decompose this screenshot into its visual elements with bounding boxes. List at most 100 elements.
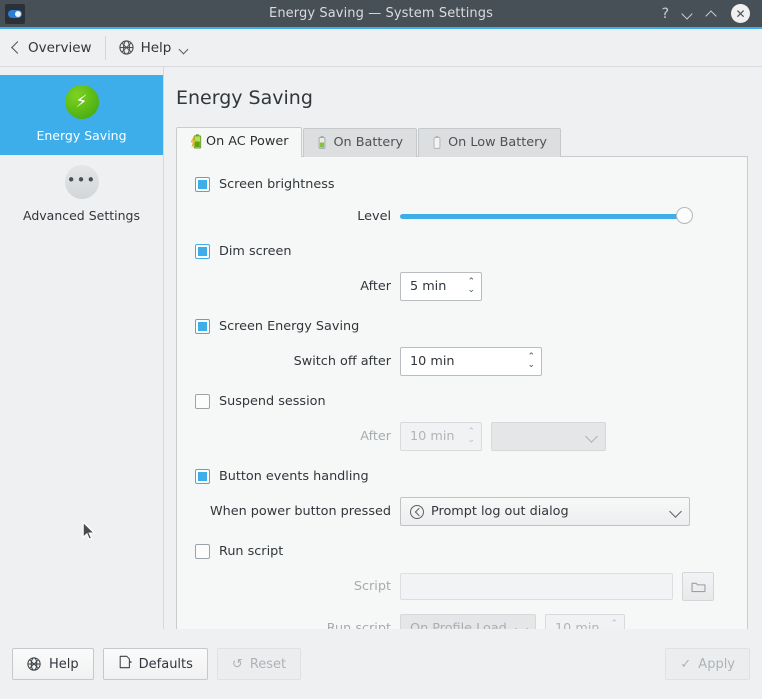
spinner-arrows-icon[interactable]: ⌃ ⌄: [527, 352, 535, 369]
chevron-down-icon[interactable]: [670, 506, 681, 517]
switch-off-after-spinbox[interactable]: 10 min ⌃ ⌄: [400, 347, 542, 376]
chevron-down-icon: [586, 431, 597, 442]
power-button-label: When power button pressed: [209, 504, 391, 519]
sidebar-item-energy-saving[interactable]: ⚡ Energy Saving: [0, 75, 163, 155]
tab-label: On AC Power: [206, 134, 289, 149]
tab-on-ac-power[interactable]: On AC Power: [176, 127, 303, 157]
spinner-arrows-icon: ⌃⌄: [467, 427, 475, 445]
brightness-level-slider[interactable]: [400, 206, 693, 226]
ac-power-battery-icon: [190, 134, 202, 149]
screen-brightness-checkbox[interactable]: [195, 177, 210, 192]
dim-after-label: After: [360, 279, 391, 294]
defaults-button-label: Defaults: [138, 656, 193, 672]
suspend-after-value: 10 min: [410, 429, 455, 444]
screen-energy-saving-label: Screen Energy Saving: [219, 319, 360, 334]
power-button-value: Prompt log out dialog: [431, 504, 569, 519]
content-area: ⚡ Energy Saving ••• Advanced Settings En…: [0, 67, 762, 667]
suspend-session-label: Suspend session: [219, 394, 326, 409]
run-script-row[interactable]: Run script: [195, 544, 729, 559]
script-path-label: Script: [353, 579, 391, 594]
defaults-icon: [118, 655, 132, 673]
dim-after-value: 5 min: [410, 279, 447, 294]
dim-after-spinbox[interactable]: 5 min ⌃ ⌄: [400, 272, 482, 301]
window-title: Energy Saving — System Settings: [269, 6, 493, 21]
dim-screen-checkbox[interactable]: [195, 244, 210, 259]
window-titlebar: Energy Saving — System Settings ? ✕: [0, 0, 762, 29]
help-button-label: Help: [49, 656, 79, 672]
button-events-row[interactable]: Button events handling: [195, 469, 729, 484]
sidebar-item-advanced-settings[interactable]: ••• Advanced Settings: [0, 155, 163, 235]
toolbar-separator: [104, 35, 106, 60]
help-button[interactable]: Help: [12, 648, 94, 680]
script-path-input: [400, 573, 673, 600]
suspend-after-label: After: [360, 429, 391, 444]
minimize-icon[interactable]: [683, 9, 693, 19]
switch-off-after-row: Switch off after 10 min ⌃ ⌄: [195, 347, 729, 376]
screen-brightness-row[interactable]: Screen brightness: [195, 177, 729, 192]
tab-label: On Battery: [333, 135, 404, 150]
tab-bar: On AC Power On Battery On Low Battery: [176, 127, 748, 157]
help-book-icon: [118, 40, 134, 55]
sidebar-item-label: Advanced Settings: [23, 208, 140, 223]
apply-button: ✓ Apply: [665, 648, 750, 680]
apply-button-label: Apply: [698, 656, 735, 672]
power-button-combobox[interactable]: Prompt log out dialog: [400, 497, 690, 526]
toolbar-help-button[interactable]: Help: [109, 36, 200, 60]
window-controls: ? ✕: [662, 4, 762, 23]
suspend-after-spinbox: 10 min ⌃ ⌄: [400, 422, 482, 451]
button-events-checkbox[interactable]: [195, 469, 210, 484]
tab-on-low-battery[interactable]: On Low Battery: [418, 128, 561, 157]
chevron-down-icon[interactable]: [180, 46, 189, 55]
spinner-arrows-icon[interactable]: ⌃ ⌄: [467, 277, 475, 294]
dim-after-row: After 5 min ⌃ ⌄: [195, 272, 729, 301]
close-icon[interactable]: ✕: [731, 4, 750, 23]
suspend-session-row[interactable]: Suspend session: [195, 394, 729, 409]
brightness-level-row: Level: [195, 206, 729, 226]
screen-energy-saving-row[interactable]: Screen Energy Saving: [195, 319, 729, 334]
page-title: Energy Saving: [176, 87, 313, 109]
screen-brightness-label: Screen brightness: [219, 177, 335, 192]
overview-label: Overview: [28, 39, 92, 56]
toolbar-help-label: Help: [140, 39, 172, 56]
run-script-label: Run script: [219, 544, 284, 559]
reset-button: ↺ Reset: [216, 648, 302, 680]
power-button-row: When power button pressed Prompt log out…: [195, 497, 729, 526]
window-icon: [5, 3, 25, 24]
switch-off-after-label: Switch off after: [293, 354, 391, 369]
run-script-checkbox[interactable]: [195, 544, 210, 559]
chevron-left-icon: [10, 42, 21, 53]
check-icon: ✓: [680, 656, 692, 672]
mouse-cursor: [82, 520, 96, 542]
logout-icon: [410, 504, 424, 519]
help-book-icon: [27, 656, 42, 672]
low-battery-icon: [432, 135, 441, 150]
suspend-action-combobox: [491, 422, 606, 451]
suspend-session-checkbox[interactable]: [195, 394, 210, 409]
reset-button-label: Reset: [249, 656, 287, 672]
sidebar: ⚡ Energy Saving ••• Advanced Settings: [0, 67, 164, 667]
reset-arrow-icon: ↺: [231, 656, 243, 672]
overview-back-button[interactable]: Overview: [0, 36, 102, 60]
app-toolbar: Overview Help: [0, 29, 762, 67]
battery-icon: [317, 135, 326, 150]
footer-bar: Help Defaults ↺ Reset ✓ Apply: [0, 629, 762, 699]
maximize-icon[interactable]: [707, 9, 717, 19]
folder-icon: [690, 581, 706, 593]
toggle-switch-icon: [8, 9, 22, 18]
energy-bolt-icon: ⚡: [64, 85, 99, 119]
dim-screen-label: Dim screen: [219, 244, 292, 259]
dim-screen-row[interactable]: Dim screen: [195, 244, 729, 259]
switch-off-after-value: 10 min: [410, 354, 455, 369]
slider-groove: [400, 213, 685, 219]
screen-energy-saving-checkbox[interactable]: [195, 319, 210, 334]
button-events-label: Button events handling: [219, 469, 369, 484]
defaults-button[interactable]: Defaults: [102, 648, 208, 680]
script-path-row: Script: [195, 572, 729, 601]
brightness-level-label: Level: [357, 208, 391, 224]
tab-panel-on-ac-power: Screen brightness Level Dim screen After…: [176, 156, 748, 651]
titlebar-help-button[interactable]: ?: [662, 7, 669, 21]
suspend-after-row: After 10 min ⌃ ⌄: [195, 422, 729, 451]
slider-handle[interactable]: [676, 207, 693, 224]
tab-on-battery[interactable]: On Battery: [303, 128, 418, 157]
main-panel: Energy Saving On AC Power On Battery On …: [164, 67, 762, 667]
